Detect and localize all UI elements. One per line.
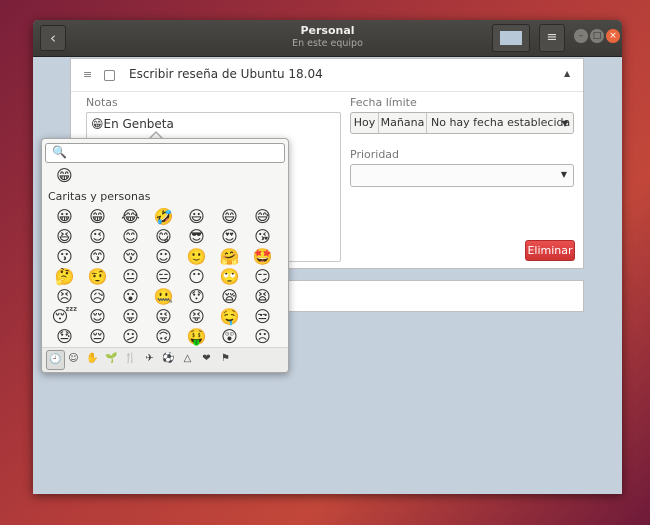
emoji-item[interactable]: 🙃	[147, 326, 180, 346]
recent-emoji[interactable]: 😁	[56, 166, 73, 185]
task-title[interactable]: Escribir reseña de Ubuntu 18.04	[129, 67, 323, 81]
list-color-button[interactable]	[492, 24, 530, 52]
emoji-item[interactable]: 😚	[114, 246, 147, 268]
maximize-button[interactable]: □	[590, 29, 604, 43]
emoji-grid: 😀 😁 😂 🤣 😃 😄 😅 😆 😉 😊 😋 😎 😍 😘 😗 😙 😚 ☺ 🙂 🤗 🤩 🤔 🤨 😐 😑 😶 🙄 😏 😣 😥 😮 🤐 😯 😪 😫 😴 😌 😛 😜 😝…	[48, 206, 284, 346]
emoji-item[interactable]: 😛	[114, 306, 147, 328]
emoji-search-input[interactable]: 🔍	[45, 143, 285, 163]
category-nature-icon[interactable]: 🌱	[103, 350, 120, 368]
emoji-item[interactable]: 😂	[114, 206, 147, 228]
emoji-item[interactable]: 🤔	[48, 266, 81, 288]
today-button[interactable]: Hoy	[351, 113, 379, 133]
emoji-item[interactable]: 🙂	[180, 246, 213, 268]
emoji-item[interactable]: 😏	[246, 266, 279, 288]
emoji-item[interactable]: 😎	[180, 226, 213, 248]
emoji-chooser: 🔍 😁 Caritas y personas 😀 😁 😂 🤣 😃 😄 😅 😆 😉 😊 😋 😎 😍 😘 😗 😙 😚…	[41, 138, 289, 373]
emoji-item[interactable]: 😅	[246, 206, 279, 228]
emoji-item[interactable]: 😉	[81, 226, 114, 248]
emoji-item[interactable]: 😙	[81, 246, 114, 268]
emoji-item[interactable]: 😔	[81, 326, 114, 346]
emoji-item[interactable]: 🤗	[213, 246, 246, 268]
priority-label: Prioridad	[350, 148, 400, 161]
notes-label: Notas	[86, 96, 118, 109]
drag-handle-icon[interactable]: ≡	[83, 68, 92, 81]
emoji-item[interactable]: 😓	[48, 326, 81, 346]
due-date-combo[interactable]: No hay fecha establecida ▼	[427, 113, 573, 133]
priority-combo[interactable]: ▼	[350, 164, 574, 187]
header-bar: ‹ Personal En este equipo ≡ – □ ×	[33, 20, 622, 57]
minimize-icon: –	[578, 31, 584, 41]
emoji-item[interactable]: 😃	[180, 206, 213, 228]
category-smileys-icon[interactable]: ☺	[65, 350, 82, 368]
emoji-item[interactable]: 😶	[180, 266, 213, 288]
due-date-value: No hay fecha establecida	[431, 116, 571, 129]
window-title: Personal	[300, 24, 355, 37]
menu-button[interactable]: ≡	[539, 24, 565, 52]
emoji-item[interactable]: 😕	[114, 326, 147, 346]
hamburger-icon: ≡	[546, 30, 558, 45]
emoji-item[interactable]: 😜	[147, 306, 180, 328]
emoji-item[interactable]: 😊	[114, 226, 147, 248]
emoji-item[interactable]: 😲	[213, 326, 246, 346]
emoji-item[interactable]: 😴	[48, 306, 81, 328]
new-task-row[interactable]	[280, 280, 584, 312]
category-recent-icon[interactable]: 🕘	[46, 350, 65, 370]
category-flags-icon[interactable]: ⚑	[217, 350, 234, 368]
category-activities-icon[interactable]: ⚽	[160, 350, 177, 368]
maximize-icon: □	[592, 31, 602, 41]
emoji-item[interactable]: 🙄	[213, 266, 246, 288]
emoji-item[interactable]: 😍	[213, 226, 246, 248]
category-food-icon[interactable]: 🍴	[122, 350, 139, 368]
window-subtitle: En este equipo	[292, 38, 363, 49]
emoji-item[interactable]: 🤨	[81, 266, 114, 288]
emoji-item[interactable]: 🤤	[213, 306, 246, 328]
close-icon: ×	[609, 31, 617, 41]
due-date-label: Fecha límite	[350, 96, 417, 109]
emoji-item[interactable]: 😗	[48, 246, 81, 268]
emoji-item[interactable]: 😮	[114, 286, 147, 308]
emoji-item[interactable]: 🤐	[147, 286, 180, 308]
close-button[interactable]: ×	[606, 29, 620, 43]
category-body-icon[interactable]: ✋	[84, 350, 101, 368]
task-header[interactable]: ≡ Escribir reseña de Ubuntu 18.04 ▲	[71, 59, 583, 92]
emoji-item[interactable]: 😘	[246, 226, 279, 248]
emoji-item[interactable]: 😋	[147, 226, 180, 248]
emoji-item[interactable]: 😐	[114, 266, 147, 288]
category-symbols-icon[interactable]: ❤	[198, 350, 215, 368]
emoji-item[interactable]: 😑	[147, 266, 180, 288]
emoji-item[interactable]: 😥	[81, 286, 114, 308]
emoji-item[interactable]: 😫	[246, 286, 279, 308]
chevron-down-icon: ▼	[560, 170, 567, 179]
emoji-item[interactable]: 😒	[246, 306, 279, 328]
emoji-item[interactable]: 😄	[213, 206, 246, 228]
list-color-swatch	[500, 31, 522, 45]
emoji-item[interactable]: 🤑	[180, 326, 213, 346]
emoji-item[interactable]: 😣	[48, 286, 81, 308]
category-title: Caritas y personas	[48, 190, 151, 203]
emoji-item[interactable]: 😝	[180, 306, 213, 328]
emoji-item[interactable]: 🤩	[246, 246, 279, 268]
emoji-item[interactable]: 😪	[213, 286, 246, 308]
tomorrow-button[interactable]: Mañana	[379, 113, 427, 133]
task-done-checkbox[interactable]	[104, 70, 115, 81]
category-objects-icon[interactable]: △	[179, 350, 196, 368]
emoji-item[interactable]: 🤣	[147, 206, 180, 228]
emoji-item[interactable]: 😀	[48, 206, 81, 228]
delete-button[interactable]: Eliminar	[525, 240, 575, 261]
emoji-item[interactable]: 😆	[48, 226, 81, 248]
emoji-item[interactable]: ☹	[246, 326, 279, 346]
category-bar: 🕘 ☺ ✋ 🌱 🍴 ✈ ⚽ △ ❤ ⚑	[42, 347, 288, 372]
emoji-item[interactable]: 😌	[81, 306, 114, 328]
due-date-selector: Hoy Mañana No hay fecha establecida ▼	[350, 112, 574, 134]
minimize-button[interactable]: –	[574, 29, 588, 43]
emoji-item[interactable]: ☺	[147, 246, 180, 268]
notes-text: 😁En Genbeta	[91, 117, 174, 131]
search-icon: 🔍	[52, 145, 67, 159]
emoji-item[interactable]: 😯	[180, 286, 213, 308]
chevron-down-icon: ▼	[561, 119, 568, 128]
category-travel-icon[interactable]: ✈	[141, 350, 158, 368]
emoji-item[interactable]: 😁	[81, 206, 114, 228]
collapse-icon[interactable]: ▲	[564, 69, 570, 78]
